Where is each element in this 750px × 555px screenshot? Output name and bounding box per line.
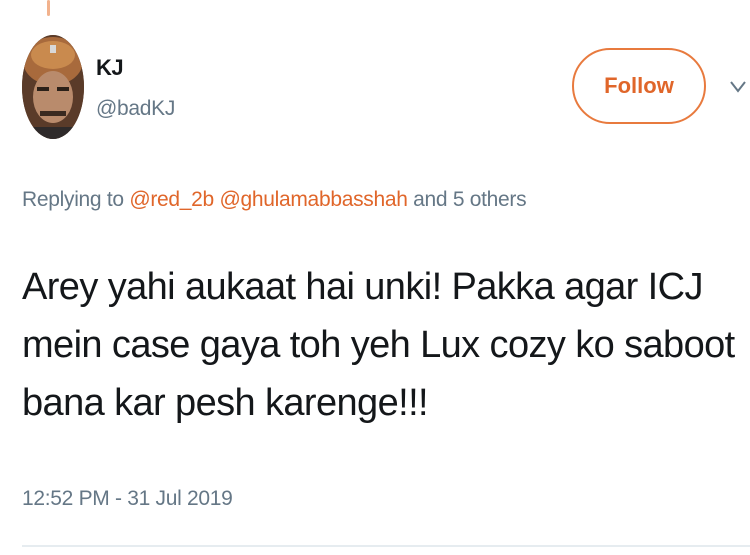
mention-link[interactable]: @red_2b [129,188,214,211]
tweet-text: Arey yahi aukaat hai unki! Pakka agar IC… [22,258,737,432]
tweet-line: bana kar pesh karenge!!! [22,382,429,424]
avatar[interactable] [22,35,84,139]
mention-link[interactable]: @ghulamabbasshah [219,188,407,211]
chevron-down-icon[interactable] [730,78,746,96]
tweet-line: Arey yahi aukaat hai unki! Pakka agar IC… [22,266,703,308]
follow-button[interactable]: Follow [572,48,706,124]
user-handle[interactable]: @badKJ [96,97,175,121]
tweet-timestamp[interactable]: 12:52 PM - 31 Jul 2019 [22,487,233,511]
avatar-image [22,35,84,139]
reply-suffix[interactable]: and 5 others [413,188,526,211]
tweet-line: mein case gaya toh yeh Lux cozy ko saboo… [22,324,735,366]
thread-connector [47,0,50,16]
reply-context: Replying to @red_2b @ghulamabbasshah and… [22,188,527,212]
divider [22,545,750,547]
display-name[interactable]: KJ [96,55,124,81]
reply-prefix: Replying to [22,188,124,211]
